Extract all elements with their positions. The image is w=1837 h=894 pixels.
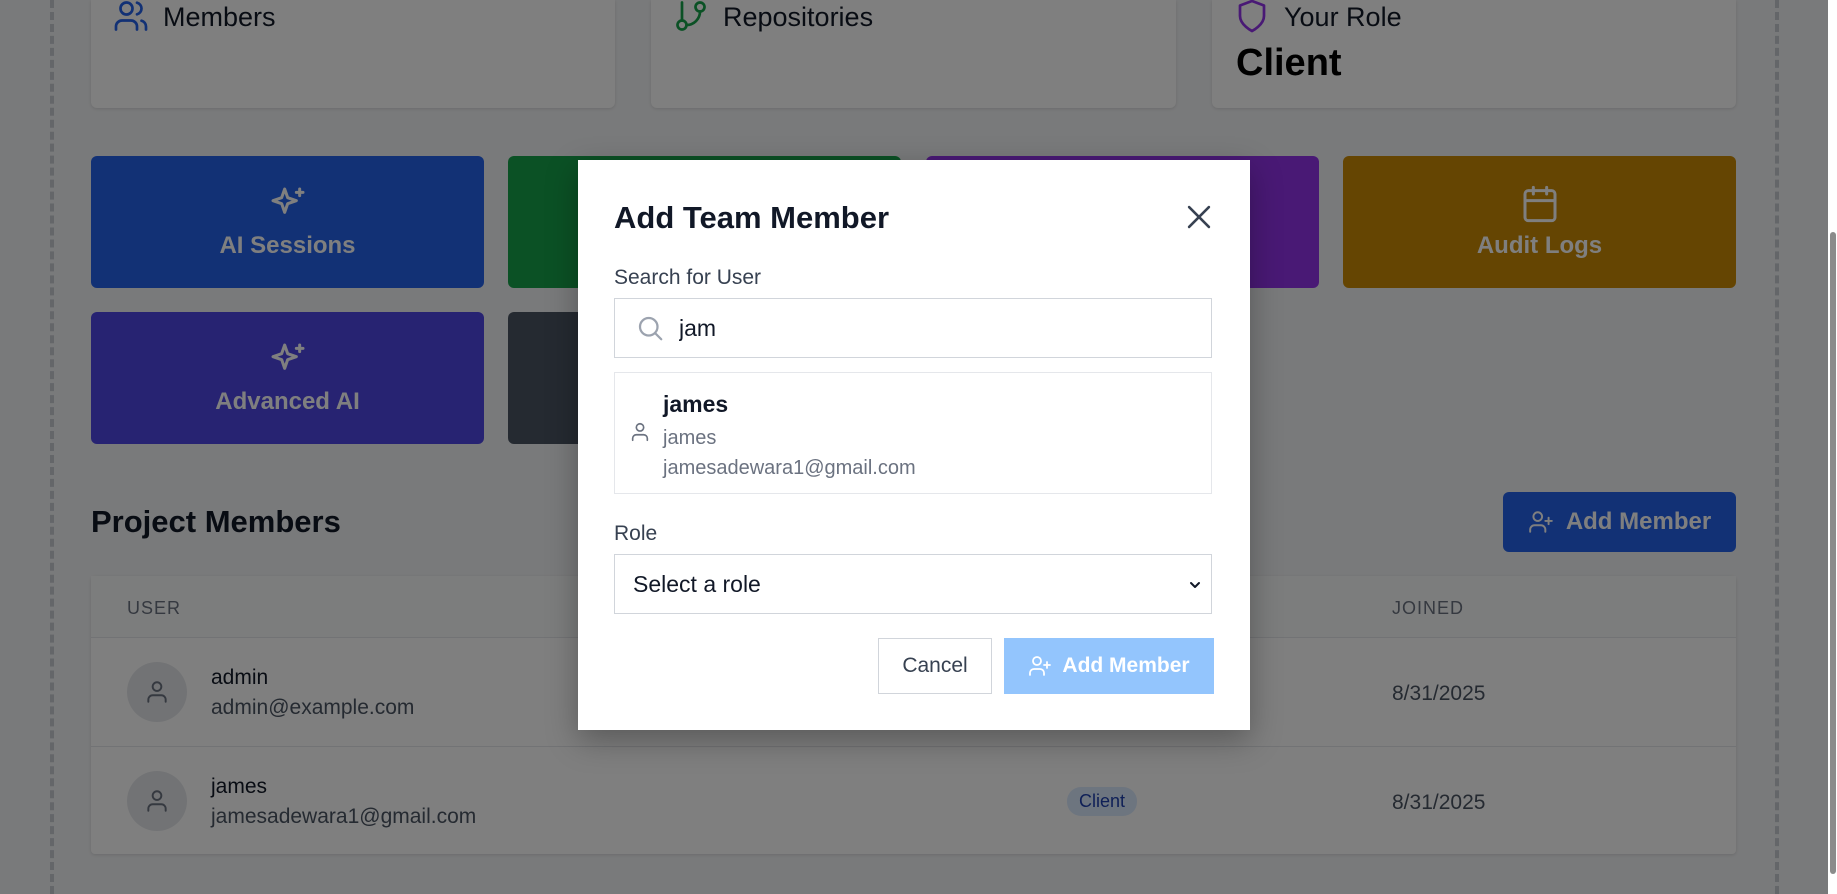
add-team-member-dialog: Add Team Member Search for User james ja…: [578, 160, 1250, 730]
add-member-submit-button[interactable]: Add Member: [1004, 638, 1214, 694]
chevron-down-icon: [1190, 582, 1200, 588]
role-select-value: Select a role: [633, 570, 761, 597]
role-select[interactable]: Select a role: [614, 554, 1212, 614]
close-icon[interactable]: [1182, 200, 1216, 234]
search-label: Search for User: [614, 266, 762, 289]
user-icon: [631, 422, 649, 442]
search-input[interactable]: [677, 313, 1181, 343]
scrollbar-thumb[interactable]: [1830, 232, 1836, 874]
dialog-title: Add Team Member: [614, 200, 890, 235]
result-username: james: [663, 427, 717, 449]
user-plus-icon: [1029, 656, 1052, 676]
cancel-button[interactable]: Cancel: [878, 638, 992, 694]
search-field[interactable]: [614, 298, 1212, 358]
result-name: james: [663, 391, 729, 417]
search-icon: [638, 316, 663, 341]
role-label: Role: [614, 522, 658, 545]
result-email: jamesadewara1@gmail.com: [663, 457, 916, 479]
add-member-submit-label: Add Member: [1062, 654, 1190, 677]
search-result-item[interactable]: james james jamesadewara1@gmail.com: [614, 372, 1212, 494]
